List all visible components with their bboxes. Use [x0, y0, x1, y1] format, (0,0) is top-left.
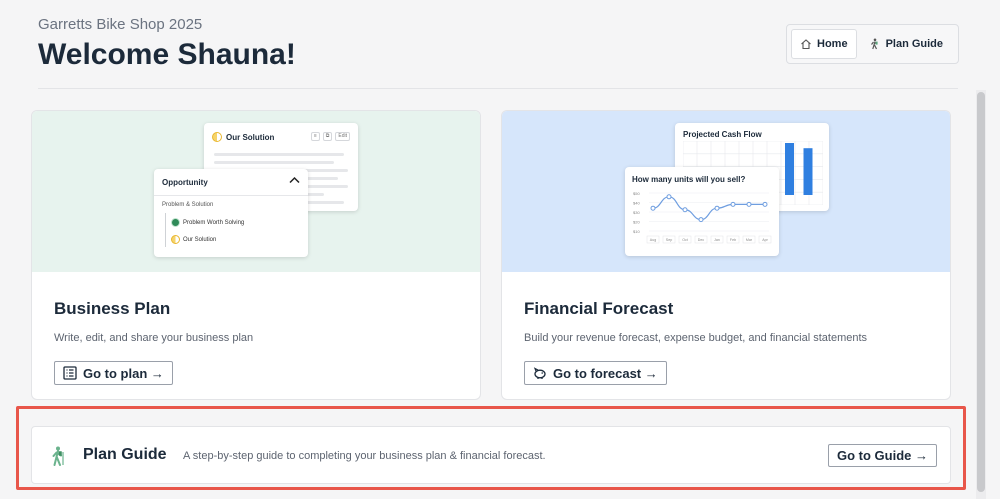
y-tick-label: $30	[633, 210, 640, 215]
outline-item: Problem Worth Solving	[171, 218, 244, 227]
scrollbar-thumb[interactable]	[977, 92, 985, 492]
y-tick-label: $40	[633, 201, 640, 206]
edit-tool-label: Edit	[335, 132, 350, 141]
card-title: Financial Forecast	[524, 299, 674, 318]
card-title: Business Plan	[54, 299, 171, 318]
solution-toolbar: ≡ ⧉ Edit	[310, 132, 350, 141]
units-line-chart: $50 $40 $30 $20 $10 Aug Sep Oct Dec Jan Feb Mar Apr	[633, 191, 772, 244]
text-line	[214, 153, 344, 156]
copy-tool-icon: ⧉	[322, 132, 333, 141]
units-line	[652, 196, 765, 221]
business-plan-illustration: Our Solution ≡ ⧉ Edit Opportunity Proble…	[32, 111, 480, 272]
hiker-icon	[870, 38, 878, 50]
header-divider	[38, 88, 958, 89]
financial-forecast-card[interactable]: Projected Cash Flow How many units will …	[501, 110, 951, 400]
units-point	[698, 217, 704, 223]
page-title: Welcome Shauna!	[38, 38, 296, 71]
business-plan-card[interactable]: Our Solution ≡ ⧉ Edit Opportunity Proble…	[31, 110, 481, 400]
go-to-forecast-label: Go to forecast →	[553, 365, 658, 381]
outline-item-label: Problem Worth Solving	[183, 219, 245, 226]
units-point	[746, 201, 752, 207]
scrollbar[interactable]	[976, 90, 986, 499]
y-tick-label: $20	[633, 220, 640, 225]
units-point	[714, 205, 720, 211]
x-tick-label: Jan	[714, 238, 720, 242]
group-label: Problem & Solution	[162, 202, 214, 208]
dashboard-page: Garretts Bike Shop 2025 Welcome Shauna! …	[0, 0, 1000, 499]
units-point	[762, 201, 768, 207]
solution-preview-title: Our Solution	[226, 132, 275, 142]
check-circle-icon	[171, 218, 180, 227]
go-to-plan-label: Go to plan →	[83, 365, 164, 381]
plan-guide-row[interactable]: Plan Guide A step-by-step guide to compl…	[31, 426, 951, 484]
units-point	[666, 194, 672, 200]
cash-flow-title: Projected Cash Flow	[683, 130, 762, 139]
units-preview: How many units will you sell? $50 $40 $30 $…	[625, 167, 779, 256]
y-tick-label: $10	[633, 229, 640, 234]
piggy-bank-icon	[533, 367, 546, 379]
divider	[154, 195, 308, 196]
plan-guide-description: A step-by-step guide to completing your …	[183, 450, 546, 462]
cash-bar	[803, 148, 813, 195]
chevron-up-icon	[289, 176, 300, 186]
company-subtitle: Garretts Bike Shop 2025	[38, 16, 203, 33]
document-list-icon	[63, 366, 77, 380]
card-description: Write, edit, and share your business pla…	[54, 332, 254, 344]
units-title: How many units will you sell?	[632, 175, 746, 184]
hiker-icon	[52, 446, 64, 466]
x-tick-label: Apr	[762, 238, 768, 242]
x-tick-label: Mar	[746, 238, 753, 242]
half-circle-icon	[171, 235, 180, 244]
card-description: Build your revenue forecast, expense bud…	[524, 332, 868, 344]
go-to-forecast-button[interactable]: Go to forecast →	[524, 361, 667, 385]
go-to-guide-button[interactable]: Go to Guide →	[828, 444, 937, 467]
home-icon	[801, 39, 811, 50]
top-nav: Home Plan Guide	[786, 24, 959, 64]
outline-item-label: Our Solution	[183, 236, 217, 243]
x-tick-label: Oct	[682, 238, 688, 242]
x-tick-label: Feb	[730, 238, 736, 242]
text-line	[214, 161, 334, 164]
y-tick-label: $50	[633, 191, 640, 196]
home-button[interactable]: Home	[791, 29, 857, 59]
units-point	[650, 205, 656, 211]
cash-bar	[785, 143, 794, 195]
go-to-plan-button[interactable]: Go to plan →	[54, 361, 173, 385]
plan-guide-nav-label: Plan Guide	[885, 38, 944, 50]
plan-guide-nav-button[interactable]: Plan Guide	[861, 29, 951, 59]
x-tick-label: Sep	[666, 238, 672, 242]
plan-guide-title: Plan Guide	[83, 446, 167, 463]
x-tick-label: Aug	[650, 238, 656, 242]
opportunity-title: Opportunity	[162, 178, 208, 187]
home-label: Home	[817, 38, 848, 50]
units-point	[730, 201, 736, 207]
x-tick-label: Dec	[698, 238, 705, 242]
opportunity-preview: Opportunity Problem & Solution Problem W…	[154, 169, 308, 257]
tree-line	[165, 213, 166, 247]
units-point	[682, 207, 688, 213]
outline-item: Our Solution	[171, 235, 216, 244]
list-tool-icon: ≡	[310, 132, 320, 141]
financial-forecast-illustration: Projected Cash Flow How many units will …	[502, 111, 950, 272]
half-circle-icon	[212, 132, 222, 142]
